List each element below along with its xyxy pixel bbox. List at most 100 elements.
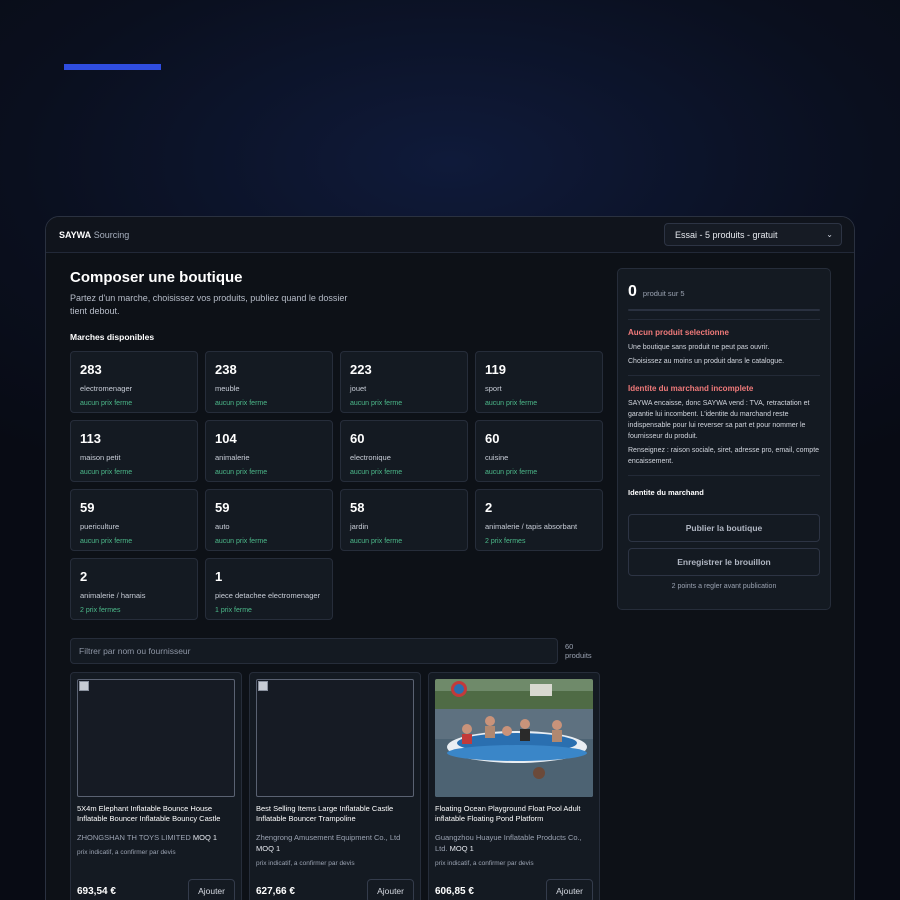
market-card[interactable]: 60 electronique aucun prix ferme: [340, 420, 468, 482]
page-subtitle: Partez d'un marche, choisissez vos produ…: [70, 293, 348, 316]
product-supplier: ZHONGSHAN TH TOYS LIMITED: [77, 833, 191, 842]
market-status: aucun prix ferme: [80, 400, 133, 407]
plan-select-value: Essai - 5 produits - gratuit: [675, 229, 778, 240]
product-image: [435, 679, 593, 797]
market-card[interactable]: 1 piece detachee electromenager 1 prix fer…: [205, 558, 333, 620]
add-product-button[interactable]: Ajouter: [188, 879, 235, 900]
market-card[interactable]: 58 jardin aucun prix ferme: [340, 489, 468, 551]
market-card[interactable]: 223 jouet aucun prix ferme: [340, 351, 468, 413]
product-supplier-line: Zhengrong Amusement Equipment Co., Ltd M…: [256, 832, 414, 854]
market-name: jouet: [350, 384, 367, 393]
product-moq: MOQ 1: [192, 833, 218, 842]
warning-no-product-text: Une boutique sans produit ne peut pas ou…: [628, 344, 770, 351]
market-name: auto: [215, 522, 230, 531]
product-footer: 693,54 € Ajouter: [77, 879, 235, 900]
product-moq: MOQ 1: [256, 844, 281, 853]
market-status: aucun prix ferme: [485, 400, 538, 407]
summary-panel: 0 produit sur 5 Aucun produit selectionn…: [617, 268, 831, 610]
selected-label: produit sur 5: [642, 289, 685, 298]
markets-heading: Marches disponibles: [70, 332, 155, 342]
broken-image-icon: [258, 681, 268, 691]
publish-footnote: 2 points a regler avant publication: [671, 583, 777, 590]
page-title: Composer une boutique: [70, 269, 243, 286]
market-card[interactable]: 283 electromenager aucun prix ferme: [70, 351, 198, 413]
product-footer: 606,85 € Ajouter: [435, 879, 593, 900]
market-status: aucun prix ferme: [80, 469, 133, 476]
market-status: 1 prix ferme: [215, 607, 252, 614]
market-count: 223: [350, 362, 372, 377]
save-draft-button[interactable]: Enregistrer le brouillon: [628, 548, 820, 576]
market-card[interactable]: 59 puericulture aucun prix ferme: [70, 489, 198, 551]
product-price-note: prix indicatif, a confirmer par devis: [256, 860, 355, 867]
selection-progress: [628, 309, 820, 311]
warning-no-product-hint: Choisissez au moins un produit dans le c…: [628, 358, 785, 365]
product-price-note: prix indicatif, a confirmer par devis: [435, 860, 534, 867]
brand-name: SAYWA: [59, 229, 92, 240]
product-footer: 627,66 € Ajouter: [256, 879, 414, 900]
product-supplier-line: ZHONGSHAN TH TOYS LIMITED MOQ 1: [77, 832, 235, 843]
market-name: electromenager: [80, 384, 133, 393]
market-card[interactable]: 59 auto aucun prix ferme: [205, 489, 333, 551]
product-card[interactable]: 5X4m Elephant Inflatable Bounce House In…: [70, 672, 242, 900]
market-count: 2: [485, 500, 493, 515]
market-status: aucun prix ferme: [80, 538, 133, 545]
market-status: aucun prix ferme: [215, 400, 268, 407]
warning-merchant-text: SAYWA encaisse, donc SAYWA vend : TVA, r…: [628, 400, 810, 440]
market-card[interactable]: 104 animalerie aucun prix ferme: [205, 420, 333, 482]
publish-button[interactable]: Publier la boutique: [628, 514, 820, 542]
brand-suffix: Sourcing: [93, 229, 130, 240]
product-card[interactable]: Floating Ocean Playground Float Pool Adu…: [428, 672, 600, 900]
market-name: animalerie / harnais: [80, 591, 146, 600]
top-bar: SAYWA Sourcing Essai - 5 produits - grat…: [46, 217, 854, 253]
add-product-button[interactable]: Ajouter: [367, 879, 414, 900]
plan-select[interactable]: Essai - 5 produits - gratuit ⌄: [664, 223, 842, 246]
market-name: cuisine: [485, 453, 509, 462]
selected-count: 0: [628, 283, 637, 300]
warning-no-product-title: Aucun produit selectionne: [628, 328, 729, 337]
market-status: aucun prix ferme: [350, 538, 403, 545]
filter-input[interactable]: Filtrer par nom ou fournisseur: [70, 638, 558, 664]
market-status: 2 prix fermes: [485, 538, 526, 545]
market-count: 113: [80, 431, 101, 446]
product-card[interactable]: Best Selling Items Large Inflatable Cast…: [249, 672, 421, 900]
product-price: 627,66 €: [256, 885, 295, 897]
market-name: sport: [485, 384, 502, 393]
market-count: 1: [215, 569, 223, 584]
market-status: aucun prix ferme: [215, 469, 268, 476]
divider: [628, 319, 820, 320]
market-card[interactable]: 60 cuisine aucun prix ferme: [475, 420, 603, 482]
brand-logo: SAYWA Sourcing: [59, 230, 129, 240]
product-image: [77, 679, 235, 797]
market-name: animalerie / tapis absorbant: [485, 522, 578, 531]
market-card[interactable]: 119 sport aucun prix ferme: [475, 351, 603, 413]
divider: [628, 475, 820, 476]
product-image: [256, 679, 414, 797]
market-name: meuble: [215, 384, 240, 393]
market-card[interactable]: 2 animalerie / tapis absorbant 2 prix ferm…: [475, 489, 603, 551]
product-count: 60 produits: [564, 642, 592, 660]
market-card[interactable]: 238 meuble aucun prix ferme: [205, 351, 333, 413]
market-name: electronique: [350, 453, 391, 462]
market-status: aucun prix ferme: [350, 469, 403, 476]
product-price: 693,54 €: [77, 885, 116, 897]
warning-merchant-title: Identite du marchand incomplete: [628, 384, 754, 393]
add-product-button[interactable]: Ajouter: [546, 879, 593, 900]
market-name: puericulture: [80, 522, 120, 531]
market-card[interactable]: 2 animalerie / harnais 2 prix fermes: [70, 558, 198, 620]
warning-merchant-hint: Renseignez : raison sociale, siret, adre…: [628, 447, 820, 465]
market-status: aucun prix ferme: [485, 469, 538, 476]
product-price-note: prix indicatif, a confirmer par devis: [77, 849, 176, 856]
product-moq: MOQ 1: [449, 844, 474, 853]
markets-grid: 283 electromenager aucun prix ferme 238 meub…: [70, 351, 603, 620]
market-name: maison petit: [80, 453, 121, 462]
product-price: 606,85 €: [435, 885, 474, 897]
market-count: 104: [215, 431, 237, 446]
market-card[interactable]: 113 maison petit aucun prix ferme: [70, 420, 198, 482]
market-count: 60: [485, 431, 500, 446]
market-count: 283: [80, 362, 102, 377]
market-name: piece detachee electromenager: [215, 591, 321, 600]
market-status: aucun prix ferme: [350, 400, 403, 407]
divider: [628, 375, 820, 376]
merchant-section-title: Identite du marchand: [628, 488, 704, 497]
chevron-down-icon: ⌄: [826, 230, 833, 239]
